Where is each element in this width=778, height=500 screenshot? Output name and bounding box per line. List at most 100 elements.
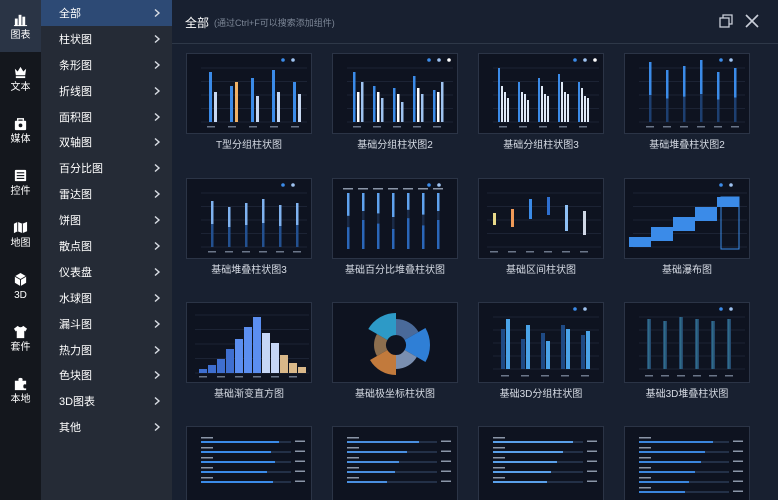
chart-thumbnail xyxy=(624,53,750,134)
panel-title: 全部 xyxy=(185,16,210,30)
category-item[interactable]: 水球图 xyxy=(41,285,172,311)
puzzle xyxy=(14,377,27,390)
bar xyxy=(362,220,365,249)
tick-label xyxy=(217,376,225,378)
category-item[interactable]: 雷达图 xyxy=(41,181,172,207)
category-item[interactable]: 3D图表 xyxy=(41,388,172,414)
chevron-stroke xyxy=(154,60,161,69)
rail-item-2[interactable]: 媒体 xyxy=(0,104,41,156)
component-card[interactable] xyxy=(614,426,760,500)
tick-label xyxy=(559,126,567,128)
component-card[interactable]: 基础堆叠柱状图2 xyxy=(614,53,760,152)
value-label xyxy=(295,440,305,442)
shirt-kit-icon xyxy=(13,325,28,338)
component-card[interactable]: 基础区间柱状图 xyxy=(468,178,614,277)
rail-item-5[interactable]: 3D xyxy=(0,260,41,312)
component-card[interactable]: 基础3D堆叠柱状图 xyxy=(614,302,760,401)
bar-highlight xyxy=(696,319,698,369)
category-label: 散点图 xyxy=(59,240,92,253)
bar xyxy=(581,335,585,369)
hbar xyxy=(493,481,547,483)
component-card[interactable]: 基础分组柱状图2 xyxy=(322,53,468,152)
row-label xyxy=(201,477,213,479)
tick-label xyxy=(291,126,299,128)
rail-item-label: 控件 xyxy=(10,185,31,197)
rail-item-4[interactable]: 地图 xyxy=(0,208,41,260)
bar xyxy=(293,82,296,122)
category-item[interactable]: 折线图 xyxy=(41,78,172,104)
bar xyxy=(397,94,400,122)
card-title: 基础百分比堆叠柱状图 xyxy=(345,265,445,276)
close-icon[interactable] xyxy=(744,13,760,29)
value-label xyxy=(295,480,305,482)
bar xyxy=(277,92,280,122)
hbar xyxy=(639,491,685,493)
tick-label xyxy=(646,126,654,128)
bar xyxy=(279,205,282,226)
category-label: 雷达图 xyxy=(59,189,92,202)
row-label xyxy=(639,467,651,469)
category-item[interactable]: 百分比图 xyxy=(41,155,172,181)
bar xyxy=(422,225,425,249)
bar xyxy=(251,78,254,122)
hbar-track xyxy=(407,451,437,453)
component-card[interactable]: T型分组柱状图 xyxy=(176,53,322,152)
bar xyxy=(498,68,500,122)
legend-dot xyxy=(719,183,723,187)
bar xyxy=(256,96,259,122)
component-card[interactable]: 基础瀑布图 xyxy=(614,178,760,277)
component-card[interactable]: 基础百分比堆叠柱状图 xyxy=(322,178,468,277)
bar xyxy=(392,229,395,249)
tick-label xyxy=(253,376,261,378)
category-item[interactable]: 双轴图 xyxy=(41,129,172,155)
card-title: 基础3D分组柱状图 xyxy=(499,389,583,400)
tick-label xyxy=(225,251,233,253)
rail-item-0[interactable]: 图表 xyxy=(0,0,41,52)
bar xyxy=(401,102,404,122)
category-item[interactable]: 散点图 xyxy=(41,233,172,259)
category-item[interactable]: 饼图 xyxy=(41,207,172,233)
tick-label xyxy=(207,126,215,128)
category-item[interactable]: 面积图 xyxy=(41,104,172,130)
row-label xyxy=(347,477,359,479)
bar-highlight xyxy=(648,319,650,369)
rail-item-3[interactable]: 控件 xyxy=(0,156,41,208)
bar xyxy=(526,325,530,369)
legend-dot xyxy=(573,307,577,311)
chevron-stroke xyxy=(154,345,161,354)
polar-segment xyxy=(370,350,396,375)
rail-item-6[interactable]: 套件 xyxy=(0,312,41,364)
tick-label xyxy=(663,126,671,128)
category-item[interactable]: 其他 xyxy=(41,414,172,440)
bar xyxy=(541,333,545,369)
category-item[interactable]: 色块图 xyxy=(41,362,172,388)
data-label xyxy=(403,188,413,190)
chevron-stroke xyxy=(154,293,161,302)
component-card[interactable] xyxy=(322,426,468,500)
thumbnail-svg xyxy=(343,183,443,249)
copy-icon[interactable] xyxy=(718,13,734,29)
row-label xyxy=(493,477,505,479)
component-card[interactable]: 基础极坐标柱状图 xyxy=(322,302,468,401)
component-card[interactable] xyxy=(468,426,614,500)
thumbnail-svg xyxy=(629,183,747,250)
rail-item-7[interactable]: 本地 xyxy=(0,364,41,416)
bar xyxy=(566,329,570,369)
component-card[interactable]: 基础3D分组柱状图 xyxy=(468,302,614,401)
component-card[interactable]: 基础堆叠柱状图3 xyxy=(176,178,322,277)
category-item[interactable]: 漏斗图 xyxy=(41,311,172,337)
rail-item-1[interactable]: 文本 xyxy=(0,52,41,104)
data-label xyxy=(343,188,353,190)
component-card[interactable]: 基础渐变直方图 xyxy=(176,302,322,401)
category-item[interactable]: 全部 xyxy=(41,0,172,26)
category-item[interactable]: 仪表盘 xyxy=(41,259,172,285)
chevron-right-icon xyxy=(154,86,161,95)
category-item[interactable]: 柱状图 xyxy=(41,26,172,52)
bar xyxy=(392,193,395,217)
component-card[interactable] xyxy=(176,426,322,500)
component-card[interactable]: 基础分组柱状图3 xyxy=(468,53,614,152)
category-item[interactable]: 条形图 xyxy=(41,52,172,78)
card-title: 基础渐变直方图 xyxy=(214,389,284,400)
category-item[interactable]: 热力图 xyxy=(41,337,172,363)
bar xyxy=(541,86,543,122)
